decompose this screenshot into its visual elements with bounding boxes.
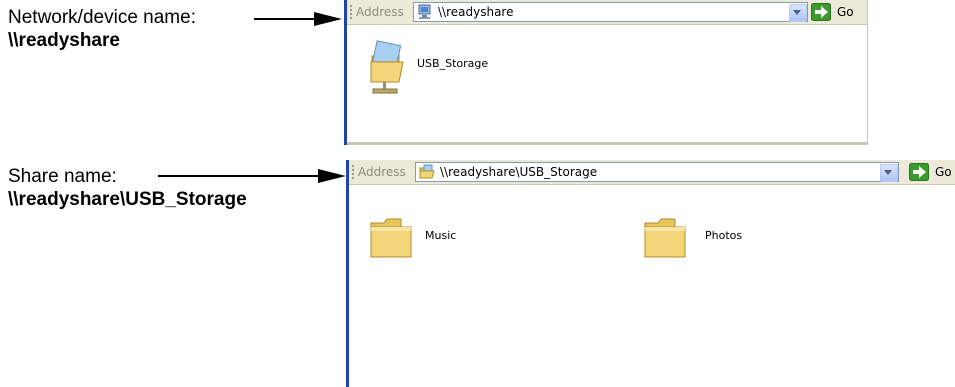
network-name-caption: Network/device name:: [8, 7, 196, 28]
list-item[interactable]: Music: [369, 217, 509, 263]
go-arrow-icon: [909, 163, 929, 181]
toolbar-grip[interactable]: [350, 5, 352, 19]
address-label: Address: [358, 165, 406, 179]
chevron-down-icon: [793, 10, 801, 15]
network-name-callout: Network/device name: \\readyshare: [8, 6, 196, 52]
go-arrow-icon: [811, 3, 831, 21]
address-value: \\readyshare: [438, 5, 514, 19]
chevron-down-icon: [884, 170, 892, 175]
file-view: USB_Storage: [347, 25, 867, 145]
folder-icon: [370, 218, 412, 258]
address-label: Address: [356, 5, 404, 19]
address-input[interactable]: \\readyshare\USB_Storage: [415, 162, 899, 182]
shared-folder-icon: [419, 164, 435, 179]
window-edge: [347, 142, 867, 145]
explorer-window-network: Address \\readyshare Go USB_Storage: [344, 0, 868, 145]
callout-arrow: [254, 12, 342, 26]
explorer-window-share: Address \\readyshare\USB_Storage Go Musi…: [346, 160, 955, 387]
list-item[interactable]: Photos: [643, 217, 783, 263]
address-bar: Address \\readyshare\USB_Storage Go: [349, 160, 955, 185]
folder-icon: [644, 218, 686, 258]
go-label: Go: [837, 5, 854, 19]
address-dropdown-button[interactable]: [880, 164, 898, 182]
item-label: USB_Storage: [417, 57, 489, 70]
file-view: Music Photos: [349, 185, 955, 387]
network-name-value: \\readyshare: [8, 30, 120, 51]
item-label: Music: [425, 229, 457, 242]
share-name-value: \\readyshare\USB_Storage: [8, 189, 247, 210]
callout-arrow: [158, 169, 346, 183]
share-name-caption: Share name:: [8, 166, 117, 187]
list-item[interactable]: USB_Storage: [369, 40, 509, 100]
address-input[interactable]: \\readyshare: [413, 2, 808, 22]
address-bar: Address \\readyshare Go: [347, 0, 867, 25]
toolbar-grip[interactable]: [352, 165, 354, 179]
network-computer-icon: [418, 4, 431, 19]
go-label: Go: [935, 165, 952, 179]
address-value: \\readyshare\USB_Storage: [440, 165, 598, 179]
shared-folder-icon: [370, 40, 404, 94]
address-dropdown-button[interactable]: [789, 4, 807, 22]
item-label: Photos: [705, 229, 743, 242]
